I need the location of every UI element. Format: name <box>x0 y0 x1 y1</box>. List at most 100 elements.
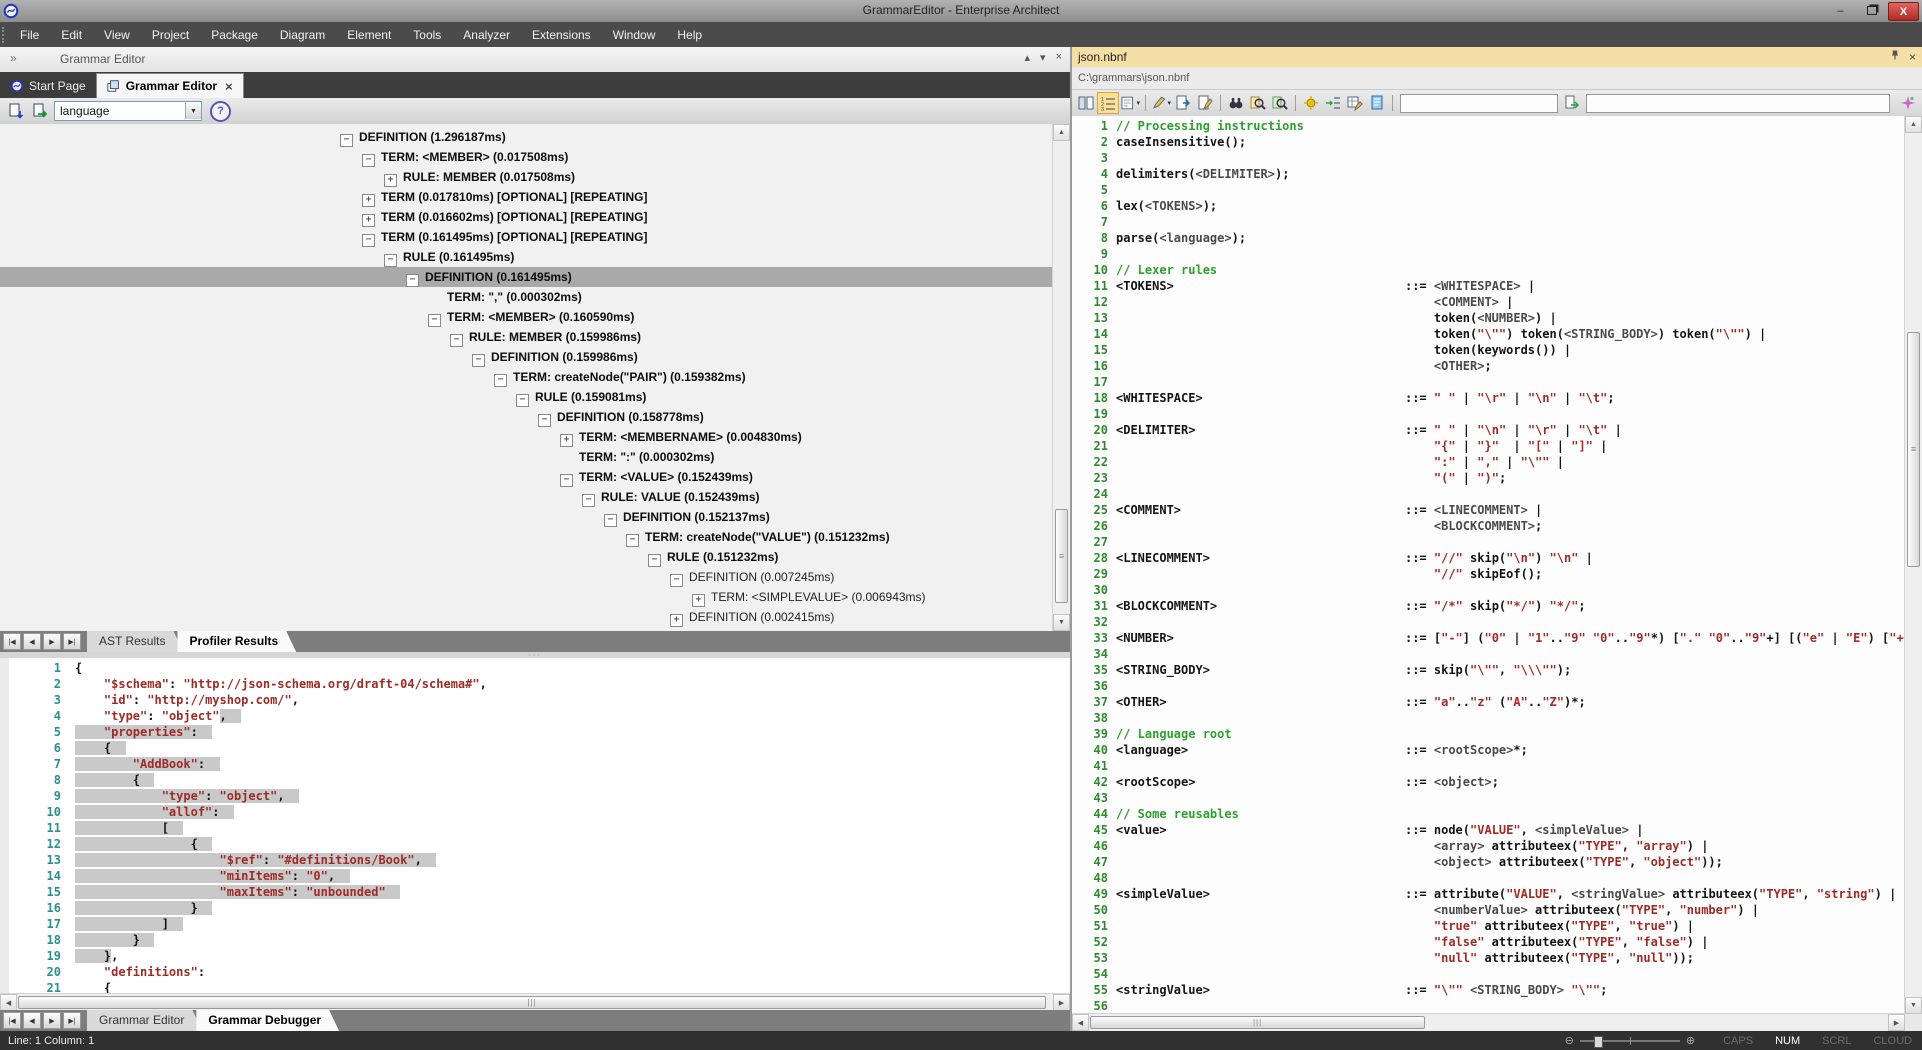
zoom-thumb[interactable] <box>1594 1036 1603 1048</box>
zoom-out-icon[interactable]: ⊖ <box>1565 1034 1574 1047</box>
code-line[interactable]: 33<NUMBER>::= ["-"] ("0" | "1".."9" "0".… <box>1072 630 1905 646</box>
search-input[interactable] <box>1400 94 1558 113</box>
close-button[interactable]: X <box>1888 2 1919 21</box>
close-tab-icon[interactable]: × <box>225 79 233 94</box>
code-line[interactable]: 17 <box>1072 374 1905 390</box>
pin-icon[interactable] <box>1889 49 1901 64</box>
collapse-icon[interactable]: − <box>340 134 353 147</box>
menu-item-package[interactable]: Package <box>200 24 269 46</box>
tree-vertical-scrollbar[interactable]: ▲ ▼ ≡ <box>1052 124 1070 631</box>
edit-table-icon[interactable] <box>1345 93 1365 113</box>
tree-row[interactable]: −DEFINITION (0.159986ms) <box>0 347 1053 367</box>
code-line[interactable]: 18<WHITESPACE>::= " " | "\r" | "\n" | "\… <box>1072 390 1905 406</box>
zoom-slider[interactable]: ⊖ ⊕ <box>1565 1034 1695 1047</box>
code-line[interactable]: 54 <box>1072 966 1905 982</box>
code-line[interactable]: 46<array> attributeex("TYPE", "array") | <box>1072 838 1905 854</box>
menu-item-extensions[interactable]: Extensions <box>521 24 602 46</box>
collapse-icon[interactable]: − <box>538 414 551 427</box>
code-line[interactable]: 35<STRING_BODY>::= skip("\"", "\\\""); <box>1072 662 1905 678</box>
tab-last-icon[interactable]: ▶| <box>63 1012 81 1029</box>
find-icon[interactable] <box>1226 93 1246 113</box>
code-line[interactable]: 8 { <box>9 772 1070 788</box>
tab-profiler-results[interactable]: Profiler Results <box>177 631 296 652</box>
tab-first-icon[interactable]: |◀ <box>3 1012 21 1029</box>
code-line[interactable]: 27 <box>1072 534 1905 550</box>
code-line[interactable]: 5 "properties": <box>9 724 1070 740</box>
code-line[interactable]: 1{ <box>9 660 1070 676</box>
tab-grammar-editor[interactable]: Grammar Editor× <box>96 73 244 98</box>
code-line[interactable]: 6 { <box>9 740 1070 756</box>
split-view-icon[interactable] <box>1076 93 1096 113</box>
scroll-up-icon[interactable]: ▲ <box>1905 116 1922 133</box>
code-line[interactable]: 31<BLOCKCOMMENT>::= "/*" skip("*/") "*/"… <box>1072 598 1905 614</box>
grammar-editor-area[interactable]: 1// Processing instructions2caseInsensit… <box>1072 116 1905 1014</box>
find-previous-icon[interactable] <box>1248 93 1268 113</box>
zoom-in-icon[interactable]: ⊕ <box>1686 1034 1695 1047</box>
document-icon[interactable] <box>1367 93 1387 113</box>
tree-row[interactable]: −DEFINITION (1.296187ms) <box>0 127 1053 147</box>
minimize-button[interactable]: – <box>1826 2 1855 19</box>
source-editor[interactable]: 1{2 "$schema": "http://json-schema.org/d… <box>0 658 1070 994</box>
tree-row[interactable]: −DEFINITION (0.158778ms) <box>0 407 1053 427</box>
goto-rule-icon[interactable] <box>1323 93 1343 113</box>
code-line[interactable]: 22":" | "," | "\"" | <box>1072 454 1905 470</box>
code-line[interactable]: 51"true" attributeex("TYPE", "true") | <box>1072 918 1905 934</box>
code-line[interactable]: 16 } <box>9 900 1070 916</box>
collapse-icon[interactable]: − <box>406 274 419 287</box>
code-line[interactable]: 10// Lexer rules <box>1072 262 1905 278</box>
code-line[interactable]: 18 } <box>9 932 1070 948</box>
menu-item-diagram[interactable]: Diagram <box>269 24 336 46</box>
scrollbar-thumb[interactable]: ≡ <box>1907 332 1920 567</box>
code-line[interactable]: 10 "allof": <box>9 804 1070 820</box>
tree-row[interactable]: +RULE: MEMBER (0.017508ms) <box>0 167 1053 187</box>
tree-row[interactable]: −TERM: createNode("VALUE") (0.151232ms) <box>0 527 1053 547</box>
tab-next-icon[interactable]: ▶ <box>43 1012 61 1029</box>
collapse-icon[interactable]: − <box>362 234 375 247</box>
code-line[interactable]: 29"//" skipEof(); <box>1072 566 1905 582</box>
tree-row[interactable]: −TERM: <MEMBER> (0.160590ms) <box>0 307 1053 327</box>
code-line[interactable]: 20 "definitions": <box>9 964 1070 980</box>
overflow-chevron-icon[interactable]: » <box>10 51 17 65</box>
expand-icon[interactable]: + <box>362 214 375 227</box>
code-line[interactable]: 47<object> attributeex("TYPE", "object")… <box>1072 854 1905 870</box>
code-line[interactable]: 53"null" attributeex("TYPE", "null")); <box>1072 950 1905 966</box>
chevron-down-icon[interactable]: ▾ <box>1136 99 1140 107</box>
options-gear-icon[interactable] <box>1301 93 1321 113</box>
tree-row[interactable]: −TERM: <MEMBER> (0.017508ms) <box>0 147 1053 167</box>
code-line[interactable]: 26<BLOCKCOMMENT>; <box>1072 518 1905 534</box>
tab-first-icon[interactable]: |◀ <box>3 633 21 650</box>
code-line[interactable]: 9 <box>1072 246 1905 262</box>
tree-row[interactable]: −RULE: VALUE (0.152439ms) <box>0 487 1053 507</box>
scrollbar-thumb[interactable]: ||| <box>18 996 1046 1009</box>
tab-grammar-editor[interactable]: Grammar Editor <box>87 1010 202 1031</box>
code-line[interactable]: 56 <box>1072 998 1905 1014</box>
tree-row[interactable]: +TERM (0.017810ms) [OPTIONAL] [REPEATING… <box>0 187 1053 207</box>
code-line[interactable]: 28<LINECOMMENT>::= "//" skip("\n") "\n" … <box>1072 550 1905 566</box>
code-line[interactable]: 11<TOKENS>::= <WHITESPACE> | <box>1072 278 1905 294</box>
code-line[interactable]: 48 <box>1072 870 1905 886</box>
expand-icon[interactable]: + <box>560 434 573 447</box>
code-line[interactable]: 9 "type": "object", <box>9 788 1070 804</box>
code-line[interactable]: 14 "minItems": "0", <box>9 868 1070 884</box>
code-line[interactable]: 45<value>::= node("VALUE", <simpleValue>… <box>1072 822 1905 838</box>
tree-row[interactable]: −DEFINITION (0.007245ms) <box>0 567 1053 587</box>
menu-item-project[interactable]: Project <box>141 24 200 46</box>
grammar-horizontal-scrollbar[interactable]: ◀ ▶ ||| <box>1072 1013 1905 1031</box>
scroll-left-icon[interactable]: ◀ <box>1072 1014 1089 1031</box>
tab-grammar-debugger[interactable]: Grammar Debugger <box>196 1010 339 1031</box>
run-search-icon[interactable] <box>1562 93 1582 113</box>
code-line[interactable]: 32 <box>1072 614 1905 630</box>
tree-row[interactable]: −DEFINITION (0.152137ms) <box>0 507 1053 527</box>
code-line[interactable]: 3 <box>1072 150 1905 166</box>
save-document-icon[interactable] <box>1173 93 1193 113</box>
code-line[interactable]: 15 "maxItems": "unbounded" <box>9 884 1070 900</box>
export-document-icon[interactable] <box>30 101 50 121</box>
code-line[interactable]: 41 <box>1072 758 1905 774</box>
code-line[interactable]: 13token(<NUMBER>) | <box>1072 310 1905 326</box>
code-line[interactable]: 13 "$ref": "#definitions/Book", <box>9 852 1070 868</box>
find-next-icon[interactable] <box>1270 93 1290 113</box>
code-line[interactable]: 50<numberValue> attributeex("TYPE", "num… <box>1072 902 1905 918</box>
code-line[interactable]: 2caseInsensitive(); <box>1072 134 1905 150</box>
close-file-icon[interactable]: × <box>1909 50 1916 64</box>
collapse-icon[interactable]: − <box>516 394 529 407</box>
